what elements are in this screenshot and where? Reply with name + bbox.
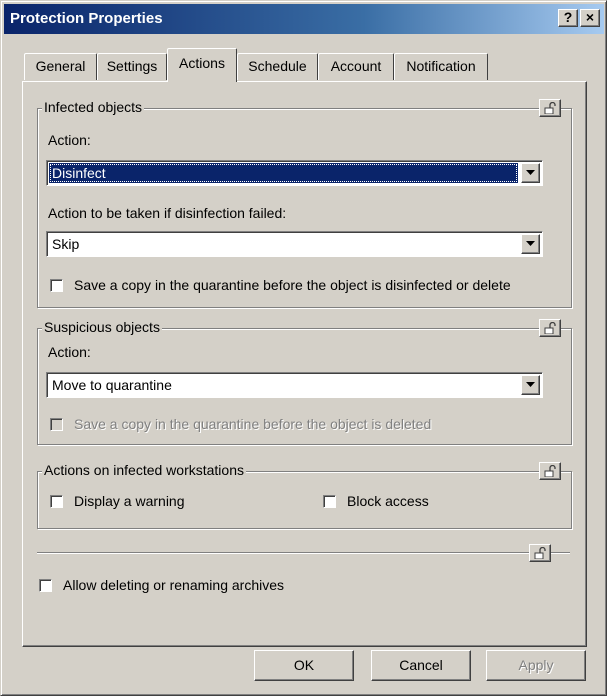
tab-general[interactable]: General [24,53,97,80]
cancel-button[interactable]: Cancel [371,650,471,681]
infected-action-value: Disinfect [49,163,518,183]
ok-button[interactable]: OK [254,650,354,681]
block-access-checkbox[interactable] [323,495,336,508]
infected-action-label: Action: [48,132,91,148]
chevron-down-icon [526,241,535,246]
display-warning-checkbox[interactable] [50,495,63,508]
suspicious-action-label: Action: [48,344,91,360]
chevron-down-icon [526,170,535,175]
suspicious-action-select[interactable]: Move to quarantine [46,372,543,398]
failed-action-select[interactable]: Skip [46,231,543,257]
suspicious-save-copy-checkbox[interactable] [50,418,63,431]
suspicious-save-copy-label: Save a copy in the quarantine before the… [74,416,432,432]
infected-objects-title: Infected objects [42,99,145,115]
tab-settings[interactable]: Settings [97,53,167,80]
display-warning-label[interactable]: Display a warning [74,493,185,509]
failed-action-label: Action to be taken if disinfection faile… [48,205,287,221]
tab-schedule[interactable]: Schedule [237,53,318,80]
failed-action-value: Skip [52,236,80,252]
allow-archives-label[interactable]: Allow deleting or renaming archives [63,577,284,593]
workstations-title: Actions on infected workstations [42,462,246,478]
apply-button[interactable]: Apply [486,650,586,681]
failed-action-dropdown-button[interactable] [521,234,540,254]
tab-account[interactable]: Account [318,53,394,80]
close-button[interactable]: × [580,9,600,27]
suspicious-objects-title: Suspicious objects [42,319,162,335]
lock-icon [534,547,546,559]
suspicious-action-dropdown-button[interactable] [521,375,540,395]
tab-notification[interactable]: Notification [394,53,488,80]
lock-button-archives[interactable] [529,544,551,562]
infected-action-dropdown-button[interactable] [521,163,540,183]
title-bar[interactable]: Protection Properties ? × [4,4,604,34]
block-access-label[interactable]: Block access [347,493,429,509]
window-title: Protection Properties [10,10,163,27]
lock-icon [544,322,556,334]
lock-button-suspicious[interactable] [539,319,561,337]
infected-action-select[interactable]: Disinfect [46,160,543,186]
infected-save-copy-checkbox[interactable] [50,279,63,292]
lock-button-infected[interactable] [539,99,561,117]
lock-icon [544,465,556,477]
lock-button-workstations[interactable] [539,462,561,480]
allow-archives-checkbox[interactable] [39,579,52,592]
archives-separator [37,552,570,554]
tab-actions[interactable]: Actions [167,48,237,82]
properties-dialog: Protection Properties ? × General Settin… [0,0,607,696]
suspicious-action-value: Move to quarantine [52,377,172,393]
infected-save-copy-label[interactable]: Save a copy in the quarantine before the… [74,277,511,293]
chevron-down-icon [526,382,535,387]
help-button[interactable]: ? [558,9,578,27]
lock-icon [544,102,556,114]
